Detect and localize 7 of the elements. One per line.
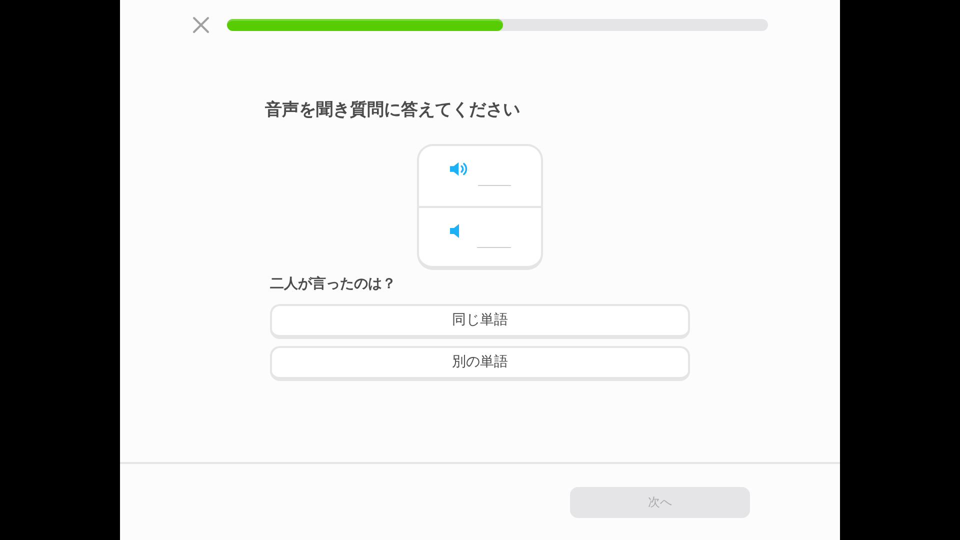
close-button[interactable] xyxy=(192,16,210,34)
answer-option[interactable]: 別の単語 xyxy=(270,346,690,380)
instruction-title: 音声を聞き質問に答えてください xyxy=(265,99,521,122)
quiet-speaker-icon xyxy=(449,222,461,238)
speaker-icon xyxy=(449,160,468,176)
answer-option[interactable]: 同じ単語 xyxy=(270,304,690,338)
question-text: 二人が言ったのは？ xyxy=(270,274,397,294)
